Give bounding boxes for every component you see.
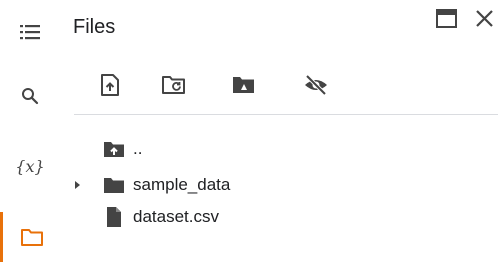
- expand-chevron-icon[interactable]: [70, 177, 86, 193]
- show-hidden-files-button[interactable]: [302, 71, 330, 99]
- list-icon: [20, 25, 40, 40]
- search-icon: [22, 88, 39, 105]
- tree-item-dataset-csv[interactable]: dataset.csv: [70, 203, 219, 231]
- tree-item-sample-data[interactable]: sample_data: [70, 171, 230, 199]
- folder-icon: [102, 173, 126, 197]
- files-button[interactable]: [0, 212, 60, 262]
- panel-title: Files: [73, 16, 116, 38]
- drive-folder-icon: [233, 77, 254, 93]
- upload-button[interactable]: [96, 71, 124, 99]
- close-icon: [476, 10, 493, 27]
- upload-file-icon: [101, 74, 119, 96]
- folder-outline-icon: [20, 229, 43, 246]
- file-icon: [102, 205, 126, 229]
- parent-directory-label: ..: [133, 139, 143, 158]
- variables-button[interactable]: {x}: [0, 146, 60, 186]
- refresh-button[interactable]: [160, 71, 188, 99]
- table-of-contents-button[interactable]: [0, 12, 60, 52]
- close-button[interactable]: [472, 6, 498, 37]
- tree-item-label: dataset.csv: [133, 207, 219, 226]
- search-button[interactable]: [0, 76, 60, 116]
- left-rail: {x}: [0, 0, 60, 273]
- parent-folder-icon: [102, 137, 126, 161]
- toolbar-divider: [74, 114, 498, 115]
- maximize-icon: [436, 9, 457, 28]
- variables-icon: {x}: [15, 156, 45, 176]
- parent-directory-row[interactable]: ..: [70, 135, 142, 163]
- mount-drive-button[interactable]: [230, 71, 258, 99]
- visibility-off-icon: [305, 74, 327, 96]
- folder-refresh-icon: [162, 76, 185, 94]
- tree-item-label: sample_data: [133, 175, 231, 194]
- open-in-tab-button[interactable]: [434, 6, 460, 37]
